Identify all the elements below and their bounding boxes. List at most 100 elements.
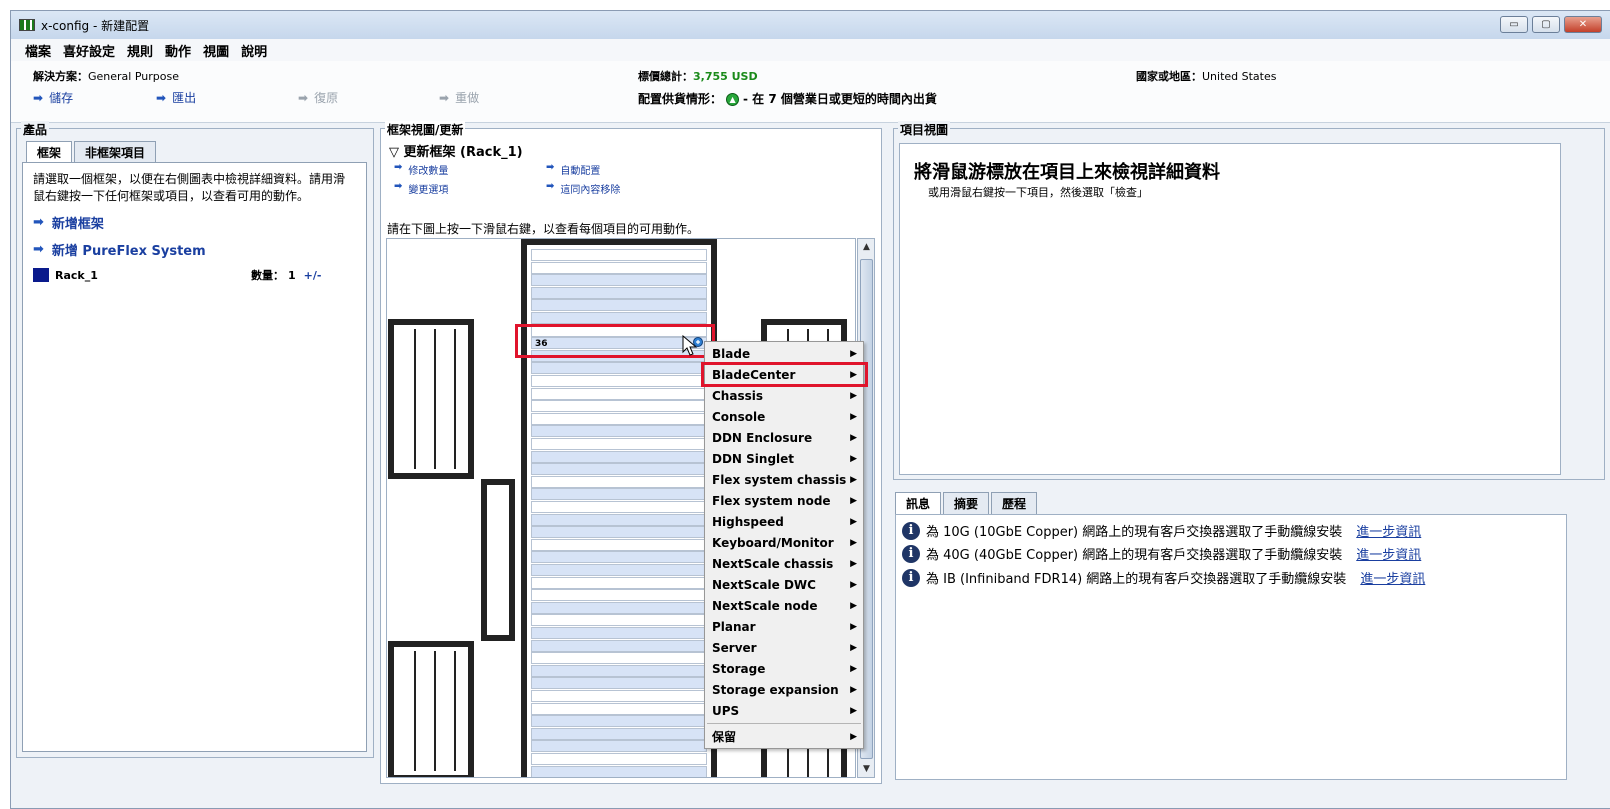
more-info-link[interactable]: 進一步資訊 (1360, 568, 1425, 587)
rack-slot[interactable] (531, 690, 707, 702)
rack-slot[interactable] (531, 614, 707, 627)
scroll-down-icon[interactable]: ▼ (860, 762, 873, 776)
rack-slot[interactable] (531, 501, 707, 513)
rack-slot[interactable] (531, 362, 707, 375)
highlighted-menu-item (701, 362, 868, 387)
menu-item-nextscale-chassis[interactable]: NextScale chassis ▶ (705, 553, 863, 574)
tab-non-rack-items[interactable]: 非框架項目 (74, 141, 157, 163)
chevron-right-icon: ▶ (850, 432, 857, 443)
menu-file[interactable]: 檔案 (25, 41, 51, 60)
rack-slot[interactable] (531, 425, 707, 438)
close-button[interactable]: ✕ (1564, 16, 1602, 33)
menu-actions[interactable]: 動作 (165, 41, 191, 60)
side-rack-bottom-left[interactable] (388, 641, 474, 777)
rack-slot[interactable] (531, 412, 707, 425)
rack-slot[interactable] (531, 375, 707, 387)
rack-slot[interactable] (531, 450, 707, 463)
rack-slot[interactable] (531, 286, 707, 299)
menu-item-flex-system-chassis[interactable]: Flex system chassis ▶ (705, 469, 863, 490)
menu-item-flex-system-node[interactable]: Flex system node ▶ (705, 490, 863, 511)
rack-slot[interactable] (531, 639, 707, 652)
menu-item-storage-expansion[interactable]: Storage expansion ▶ (705, 679, 863, 700)
side-rack-narrow[interactable] (481, 479, 515, 641)
menu-item-storage[interactable]: Storage ▶ (705, 658, 863, 679)
messages-list: i 為 10G (10GbE Copper) 網路上的現有客戶交換器選取了手動纜… (895, 514, 1567, 780)
redo-action[interactable]: ➡ 重做 (439, 89, 479, 106)
more-info-link[interactable]: 進一步資訊 (1356, 544, 1421, 563)
side-rack-top-left[interactable] (388, 319, 474, 479)
minimize-button[interactable]: ▭ (1500, 16, 1528, 33)
rack-slot[interactable] (531, 740, 707, 753)
add-rack-link[interactable]: ➡ 新增框架 (33, 213, 356, 232)
menu-item-ups[interactable]: UPS ▶ (705, 700, 863, 721)
menu-item-nextscale-node[interactable]: NextScale node ▶ (705, 595, 863, 616)
menu-item-reserved[interactable]: 保留 ▶ (705, 726, 863, 747)
menu-item-console[interactable]: Console ▶ (705, 406, 863, 427)
rack-slot[interactable] (531, 463, 707, 476)
modify-quantity-action[interactable]: ➡ 修改數量 (394, 162, 448, 177)
chevron-right-icon: ▶ (850, 537, 857, 548)
rack-slot[interactable] (531, 526, 707, 539)
menu-help[interactable]: 說明 (241, 41, 267, 60)
rack-slot[interactable] (531, 627, 707, 639)
rack-slot[interactable] (531, 765, 707, 777)
rack-slot[interactable] (531, 652, 707, 665)
save-action[interactable]: ➡ 儲存 (33, 89, 73, 106)
rack-list-item[interactable]: Rack_1 數量： 1 +/- (33, 267, 356, 283)
rack-slot[interactable] (531, 438, 707, 450)
menu-rules[interactable]: 規則 (127, 41, 153, 60)
menu-item-blade[interactable]: Blade ▶ (705, 343, 863, 364)
more-info-link[interactable]: 進一步資訊 (1356, 521, 1421, 540)
maximize-button[interactable]: ▢ (1532, 16, 1560, 33)
rack-slot[interactable] (531, 312, 707, 324)
undo-action[interactable]: ➡ 復原 (298, 89, 338, 106)
rack-slot[interactable] (531, 677, 707, 690)
rack-slot[interactable] (531, 664, 707, 677)
rack-slot[interactable] (531, 727, 707, 740)
rack-slot[interactable] (531, 551, 707, 564)
rack-slot[interactable] (531, 400, 707, 413)
main-rack-rack1[interactable] (521, 239, 717, 777)
change-options-action[interactable]: ➡ 變更選項 (394, 181, 448, 196)
menu-item-chassis[interactable]: Chassis ▶ (705, 385, 863, 406)
menu-item-highspeed[interactable]: Highspeed ▶ (705, 511, 863, 532)
menu-item-ddn-enclosure[interactable]: DDN Enclosure ▶ (705, 427, 863, 448)
menu-preferences[interactable]: 喜好設定 (63, 41, 115, 60)
update-rack-heading[interactable]: ▽ 更新框架 (Rack_1) (389, 141, 523, 160)
rack-slot[interactable] (531, 538, 707, 551)
scroll-up-icon[interactable]: ▲ (860, 240, 873, 254)
qty-adjust-link[interactable]: +/- (304, 269, 322, 282)
rack-slot[interactable] (531, 715, 707, 728)
chevron-right-icon: ▶ (850, 705, 857, 716)
window-title: x-config - 新建配置 (41, 18, 150, 33)
remove-contents-action[interactable]: ➡ 這同內容移除 (546, 181, 620, 196)
rack-slot[interactable] (531, 274, 707, 287)
export-action[interactable]: ➡ 匯出 (156, 89, 196, 106)
rack-slot[interactable] (531, 589, 707, 602)
menu-item-keyboard-monitor[interactable]: Keyboard/Monitor ▶ (705, 532, 863, 553)
rack-slot[interactable] (531, 488, 707, 501)
menu-view[interactable]: 視圖 (203, 41, 229, 60)
tab-summary[interactable]: 摘要 (943, 492, 990, 514)
menu-item-planar[interactable]: Planar ▶ (705, 616, 863, 637)
rack-slot[interactable] (531, 513, 707, 526)
tab-history[interactable]: 歷程 (991, 492, 1038, 514)
menu-item-nextscale-dwc[interactable]: NextScale DWC ▶ (705, 574, 863, 595)
menu-item-ddn-singlet[interactable]: DDN Singlet ▶ (705, 448, 863, 469)
rack-slot[interactable] (531, 601, 707, 614)
rack-slot[interactable] (531, 299, 707, 312)
rack-slot[interactable] (531, 261, 707, 274)
rack-slot[interactable] (531, 249, 707, 261)
rack-slot[interactable] (531, 387, 707, 400)
rack-slot[interactable] (531, 702, 707, 715)
arrow-right-icon: ➡ (33, 215, 44, 230)
tab-racks[interactable]: 框架 (26, 141, 73, 163)
add-pureflex-link[interactable]: ➡ 新增 PureFlex System (33, 240, 356, 259)
rack-slot[interactable] (531, 576, 707, 589)
tab-messages[interactable]: 訊息 (895, 492, 942, 514)
rack-slot[interactable] (531, 753, 707, 765)
rack-slot[interactable] (531, 564, 707, 576)
auto-configure-action[interactable]: ➡ 自動配置 (546, 162, 600, 177)
rack-slot[interactable] (531, 475, 707, 488)
menu-item-server[interactable]: Server ▶ (705, 637, 863, 658)
